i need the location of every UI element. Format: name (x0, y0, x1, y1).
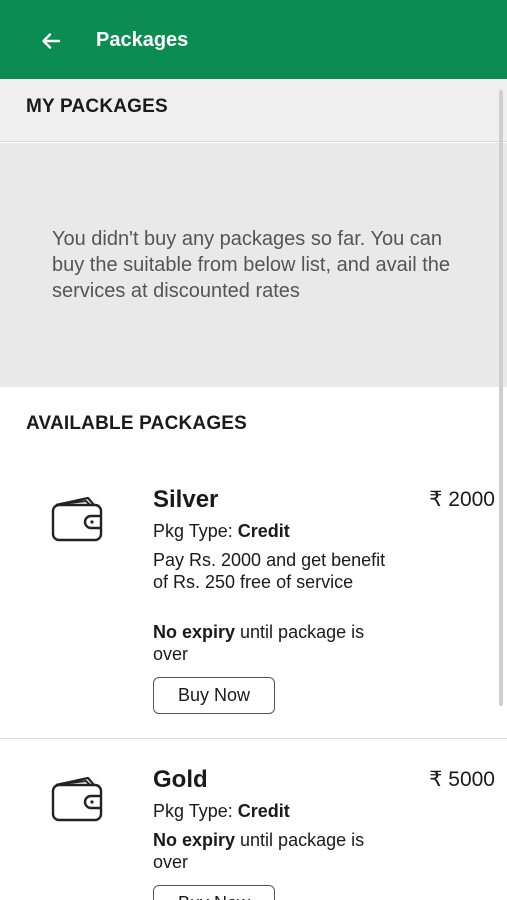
arrow-left-icon (42, 33, 61, 49)
available-packages-title: AVAILABLE PACKAGES (26, 413, 248, 434)
buy-now-button[interactable]: Buy Now (153, 677, 275, 714)
package-type: Pkg Type: Credit (153, 521, 290, 542)
package-type-value: Credit (237, 521, 290, 541)
package-name: Gold (153, 766, 208, 793)
wallet-icon (51, 776, 103, 822)
package-price: ₹ 2000 (429, 488, 495, 511)
package-expiry: No expiry until package is over (153, 829, 393, 873)
scrollbar[interactable] (499, 90, 503, 706)
package-price: ₹ 5000 (429, 768, 495, 791)
empty-state-message: You didn't buy any packages so far. You … (52, 228, 450, 302)
my-packages-title: MY PACKAGES (26, 96, 168, 117)
buy-now-button[interactable]: Buy Now (153, 885, 275, 900)
package-expiry-bold: No expiry (153, 830, 236, 850)
package-type-value: Credit (237, 801, 290, 821)
page-title: Packages (96, 29, 189, 51)
package-type: Pkg Type: Credit (153, 801, 290, 822)
package-expiry: No expiry until package is over (153, 621, 393, 665)
package-description: Pay Rs. 2000 and get benefit of Rs. 250 … (153, 550, 386, 592)
back-button[interactable] (36, 26, 66, 56)
package-name: Silver (153, 486, 219, 513)
card-divider (0, 738, 507, 739)
package-expiry-bold: No expiry (153, 622, 236, 642)
package-type-label: Pkg Type: (153, 521, 238, 541)
package-type-label: Pkg Type: (153, 801, 238, 821)
wallet-icon (51, 496, 103, 542)
app-header: Packages (0, 0, 507, 79)
